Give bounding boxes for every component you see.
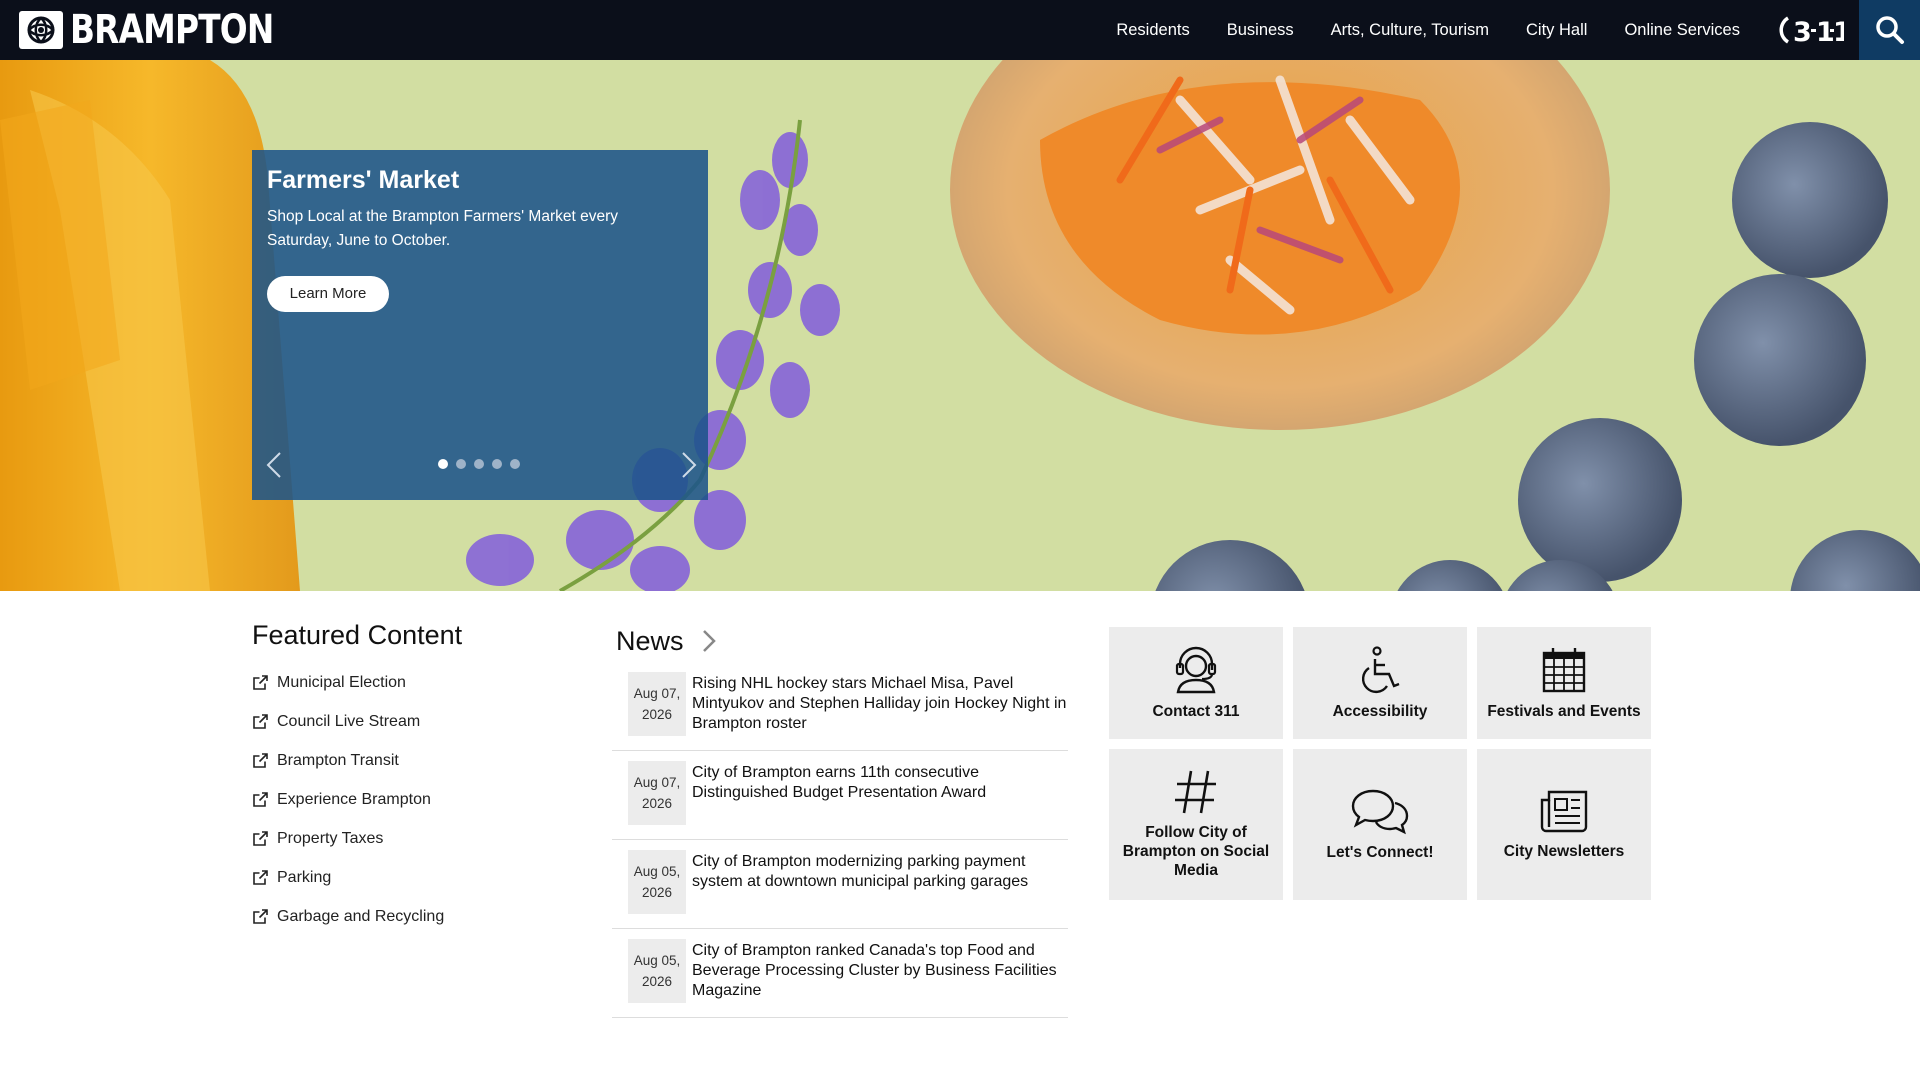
news-date-year: 2026 [641, 974, 673, 989]
carousel-slide-panel: Farmers' Market Shop Local at the Brampt… [252, 150, 708, 500]
featured-link-council-live-stream[interactable]: Council Live Stream [252, 702, 552, 741]
slide-description: Shop Local at the Brampton Farmers' Mark… [267, 208, 618, 249]
news-header[interactable]: News [612, 620, 1068, 662]
tile-label: City Newsletters [1503, 843, 1625, 860]
tile-city-newsletters[interactable]: City Newsletters [1477, 749, 1651, 900]
nav-online-services[interactable]: Online Services [1624, 21, 1740, 40]
external-link-icon [253, 792, 268, 807]
featured-link-parking[interactable]: Parking [252, 858, 552, 897]
tile-label: Let's Connect! [1326, 844, 1434, 861]
calendar-icon [1542, 647, 1586, 692]
news-date-day: Aug 05, [633, 864, 681, 879]
carousel-pagination [438, 459, 528, 469]
learn-more-button[interactable]: Learn More [267, 276, 389, 312]
news-date-day: Aug 07, [633, 686, 681, 701]
featured-link-label: Parking [277, 868, 332, 886]
nav-business[interactable]: Business [1227, 21, 1294, 40]
news-date-day: Aug 05, [633, 953, 681, 968]
news-date: Aug 07, 2026 [628, 672, 686, 736]
tile-follow-social-media[interactable]: Follow City of Brampton on Social Media [1109, 749, 1283, 900]
main-nav: Residents Business Arts, Culture, Touris… [1079, 0, 1740, 60]
external-link-icon [253, 753, 268, 768]
tile-label: Festivals and Events [1487, 702, 1641, 720]
carousel-dot-5[interactable] [510, 459, 520, 469]
news-item[interactable]: Aug 07, 2026 City of Brampton earns 11th… [612, 751, 1068, 840]
svg-text:1: 1 [1833, 17, 1844, 48]
nav-arts-culture-tourism[interactable]: Arts, Culture, Tourism [1331, 21, 1489, 40]
nav-city-hall[interactable]: City Hall [1526, 21, 1587, 40]
external-link-icon [253, 831, 268, 846]
slide-title: Farmers' Market [267, 166, 460, 194]
carousel-prev-arrow-icon[interactable] [260, 450, 290, 480]
featured-link-municipal-election[interactable]: Municipal Election [252, 663, 552, 702]
top-navigation-bar: BRAMPTON Residents Business Arts, Cultur… [0, 0, 1920, 60]
carousel-dot-3[interactable] [474, 459, 484, 469]
news-date-year: 2026 [641, 885, 673, 900]
news-headline[interactable]: City of Brampton ranked Canada's top Foo… [692, 939, 1068, 1003]
external-link-icon [253, 909, 268, 924]
news-date: Aug 05, 2026 [628, 939, 686, 1003]
svg-text:3: 3 [1793, 17, 1810, 48]
carousel-dot-4[interactable] [492, 459, 502, 469]
featured-link-experience-brampton[interactable]: Experience Brampton [252, 780, 552, 819]
carousel-dot-2[interactable] [456, 459, 466, 469]
tile-accessibility[interactable]: Accessibility [1293, 627, 1467, 739]
tile-festivals-and-events[interactable]: Festivals and Events [1477, 627, 1651, 739]
news-item[interactable]: Aug 05, 2026 City of Brampton ranked Can… [612, 929, 1068, 1018]
carousel-dot-1[interactable] [438, 459, 448, 469]
newspaper-icon [1540, 790, 1588, 833]
news-headline[interactable]: City of Brampton modernizing parking pay… [692, 850, 1068, 914]
wheelchair-icon [1361, 645, 1400, 693]
featured-link-label: Garbage and Recycling [277, 907, 445, 925]
featured-link-label: Council Live Stream [277, 712, 421, 730]
featured-link-label: Municipal Election [277, 673, 406, 691]
news-title: News [616, 625, 684, 656]
featured-link-garbage-and-recycling[interactable]: Garbage and Recycling [252, 897, 552, 936]
news-section: News Aug 07, 2026 Rising NHL hockey star… [612, 620, 1068, 1018]
featured-content-section: Featured Content Municipal Election Coun… [252, 620, 552, 936]
tile-label: Accessibility [1332, 702, 1428, 720]
news-headline[interactable]: Rising NHL hockey stars Michael Misa, Pa… [692, 672, 1068, 736]
chevron-right-icon[interactable] [700, 628, 718, 654]
featured-link-label: Experience Brampton [277, 790, 431, 808]
nav-residents[interactable]: Residents [1116, 21, 1189, 40]
external-link-icon [253, 675, 268, 690]
news-item[interactable]: Aug 05, 2026 City of Brampton modernizin… [612, 840, 1068, 929]
hashtag-icon [1175, 770, 1216, 814]
featured-link-brampton-transit[interactable]: Brampton Transit [252, 741, 552, 780]
flower-logo-icon [19, 11, 63, 49]
311-button[interactable]: 3 1 1 [1778, 10, 1853, 50]
search-icon [1875, 16, 1904, 44]
external-link-icon [253, 870, 268, 885]
news-item[interactable]: Aug 07, 2026 Rising NHL hockey stars Mic… [612, 662, 1068, 751]
featured-link-label: Brampton Transit [277, 751, 399, 769]
external-link-icon [253, 714, 268, 729]
headset-icon [1175, 646, 1217, 693]
tile-label: Contact 311 [1152, 702, 1240, 720]
311-logo-icon: 3 1 1 [1779, 16, 1853, 48]
featured-content-title: Featured Content [252, 620, 463, 650]
news-date-day: Aug 07, [633, 775, 681, 790]
news-date: Aug 05, 2026 [628, 850, 686, 914]
featured-link-label: Property Taxes [277, 829, 384, 847]
news-date-year: 2026 [641, 707, 673, 722]
svg-text:1: 1 [1816, 17, 1833, 48]
news-date-year: 2026 [641, 796, 673, 811]
news-date: Aug 07, 2026 [628, 761, 686, 825]
brampton-logo[interactable]: BRAMPTON [18, 8, 318, 52]
logo-wordmark: BRAMPTON [70, 7, 274, 53]
carousel-next-arrow-icon[interactable] [673, 450, 703, 480]
tile-lets-connect[interactable]: Let's Connect! [1293, 749, 1467, 900]
chat-bubbles-icon [1351, 789, 1409, 835]
hero-carousel: Farmers' Market Shop Local at the Brampt… [0, 60, 1920, 591]
news-headline[interactable]: City of Brampton earns 11th consecutive … [692, 761, 1068, 825]
tile-label: Follow City of Brampton on Social Media [1122, 824, 1270, 879]
search-button[interactable] [1859, 0, 1920, 60]
featured-link-property-taxes[interactable]: Property Taxes [252, 819, 552, 858]
quick-links-grid: Contact 311 Accessibility Festivals and … [1109, 627, 1651, 900]
tile-contact-311[interactable]: Contact 311 [1109, 627, 1283, 739]
